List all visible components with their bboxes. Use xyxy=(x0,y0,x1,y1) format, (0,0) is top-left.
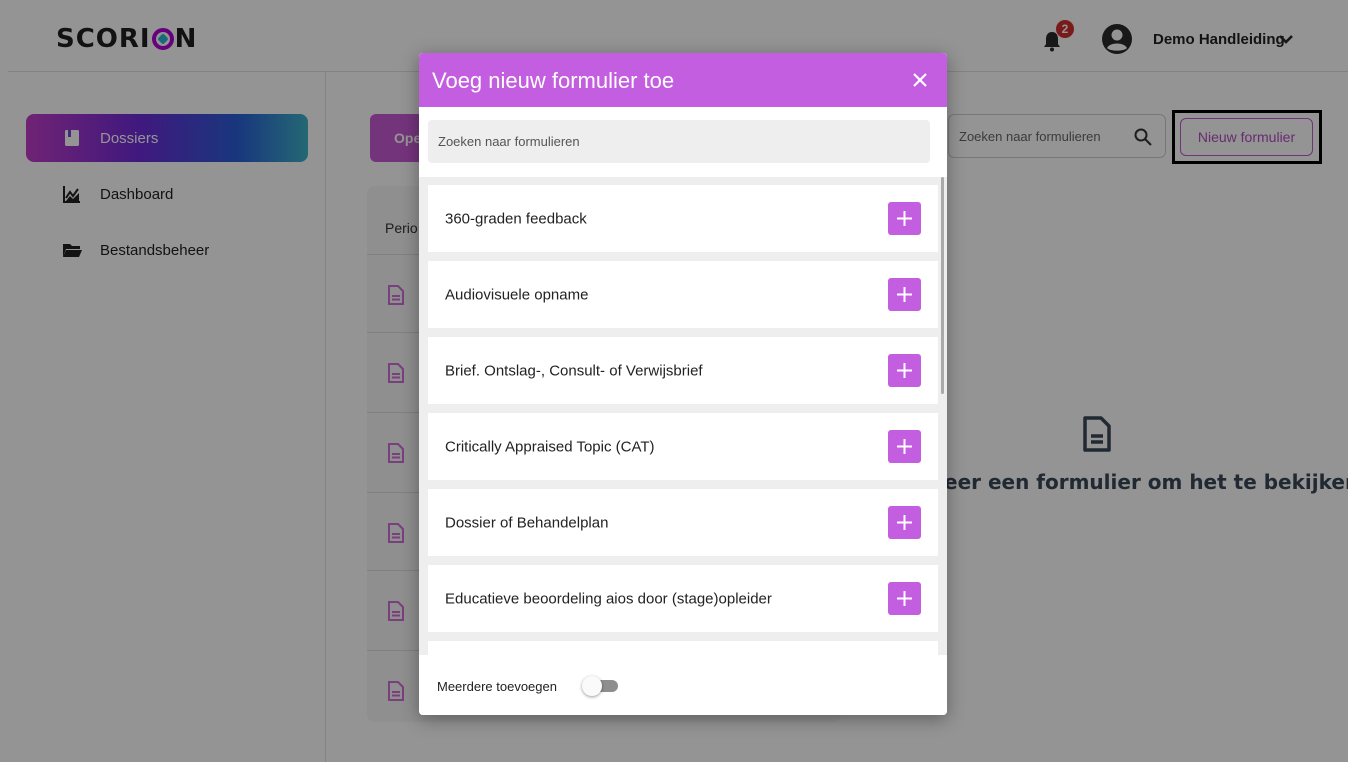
add-form-button[interactable] xyxy=(888,354,921,387)
plus-icon xyxy=(897,439,912,454)
form-option-label: Dossier of Behandelplan xyxy=(445,514,609,531)
form-option[interactable]: Dossier of Behandelplan xyxy=(428,489,938,556)
dialog-header: Voeg nieuw formulier toe xyxy=(419,53,947,107)
add-form-button[interactable] xyxy=(888,278,921,311)
plus-icon xyxy=(897,211,912,226)
add-form-button[interactable] xyxy=(888,582,921,615)
form-option-label: Audiovisuele opname xyxy=(445,286,589,303)
plus-icon xyxy=(897,363,912,378)
form-option-partial[interactable] xyxy=(428,641,938,655)
form-option[interactable]: Critically Appraised Topic (CAT) xyxy=(428,413,938,480)
form-option[interactable]: Brief. Ontslag-, Consult- of Verwijsbrie… xyxy=(428,337,938,404)
form-option[interactable]: Educatieve beoordeling aios door (stage)… xyxy=(428,565,938,632)
dialog-title: Voeg nieuw formulier toe xyxy=(432,68,675,93)
add-multiple-toggle[interactable] xyxy=(582,676,618,696)
dialog-footer: Meerdere toevoegen xyxy=(419,655,947,715)
form-option-label: 360-graden feedback xyxy=(445,210,587,227)
form-options-list: 360-graden feedback Audiovisuele opname … xyxy=(419,177,947,655)
dialog-search-placeholder: Zoeken naar formulieren xyxy=(438,134,580,149)
form-option[interactable]: 360-graden feedback xyxy=(428,185,938,252)
dialog-search-input[interactable]: Zoeken naar formulieren xyxy=(428,120,930,163)
form-option-label: Critically Appraised Topic (CAT) xyxy=(445,438,655,455)
add-multiple-label: Meerdere toevoegen xyxy=(437,679,557,694)
add-form-button[interactable] xyxy=(888,506,921,539)
add-form-button[interactable] xyxy=(888,430,921,463)
form-option[interactable]: Audiovisuele opname xyxy=(428,261,938,328)
close-icon[interactable] xyxy=(907,67,933,93)
add-form-button[interactable] xyxy=(888,202,921,235)
form-option-label: Educatieve beoordeling aios door (stage)… xyxy=(445,590,772,607)
add-form-dialog: Voeg nieuw formulier toe Zoeken naar for… xyxy=(419,53,947,715)
plus-icon xyxy=(897,591,912,606)
list-scrollbar[interactable] xyxy=(941,177,944,394)
toggle-knob xyxy=(582,676,602,696)
form-option-label: Brief. Ontslag-, Consult- of Verwijsbrie… xyxy=(445,362,703,379)
plus-icon xyxy=(897,287,912,302)
plus-icon xyxy=(897,515,912,530)
